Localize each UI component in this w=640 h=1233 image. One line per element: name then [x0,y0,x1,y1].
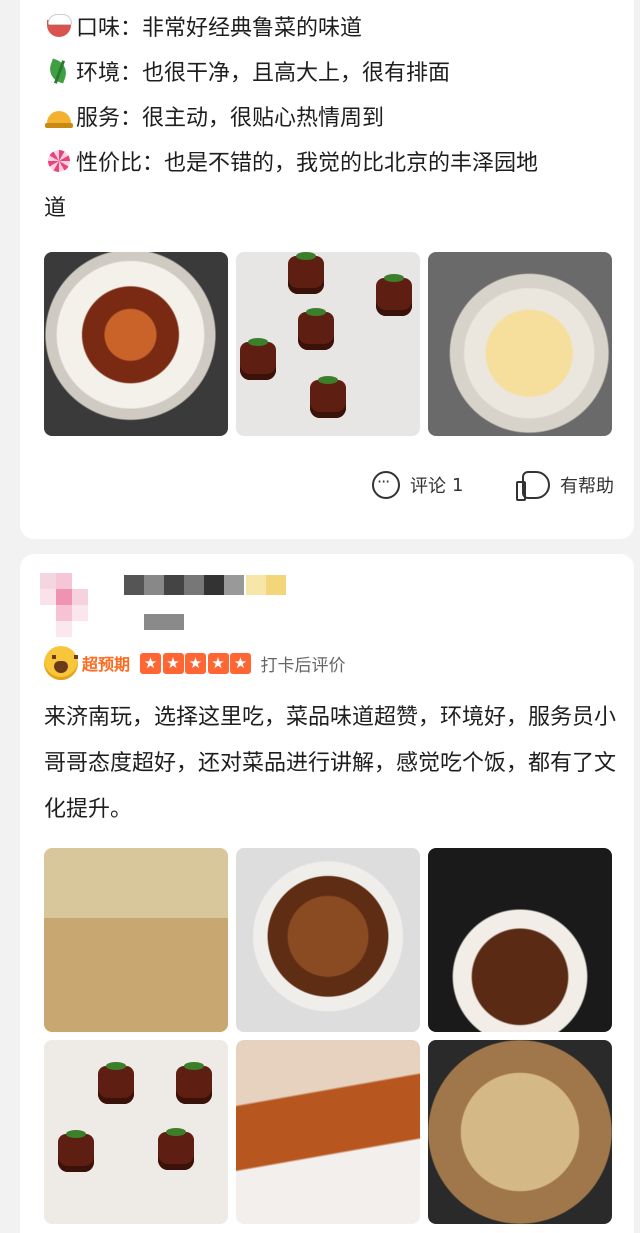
review-photo[interactable] [428,1040,612,1224]
comment-icon [372,471,400,499]
service-line: 服务：很主动，很贴心热情周到 [44,96,384,141]
review-photo[interactable] [428,252,612,436]
avatar[interactable] [40,573,104,637]
review-photo[interactable] [428,848,612,1032]
food-item [240,338,276,380]
value-text-continued: 道 [44,196,67,221]
food-item [376,274,412,316]
comment-button[interactable]: 评论 1 [372,467,463,503]
review-photo[interactable] [44,848,228,1032]
bellhop-bell-icon [44,102,74,130]
environment-text: 环境：也很干净，且高大上，很有排面 [76,61,451,86]
star-icon: ★ [185,652,207,674]
food-item [176,1062,212,1104]
herb-icon [44,57,74,85]
review-photo[interactable] [236,1040,420,1224]
helpful-label: 有帮助 [560,476,614,497]
value-line-continued: 道 [44,186,66,231]
expectation-badge: 超预期 [82,655,131,674]
comment-count: 1 [452,474,464,496]
thumbs-up-icon [516,471,550,501]
review-photo[interactable] [236,252,420,436]
helpful-button[interactable]: 有帮助 [516,467,614,503]
review-photo[interactable] [44,252,228,436]
food-item [158,1128,194,1170]
taste-text: 口味：非常好经典鲁菜的味道 [76,16,363,41]
star-rating: ★ ★ ★ ★ ★ [140,652,253,674]
food-item [288,252,324,294]
taste-line: 口味：非常好经典鲁菜的味道 [44,6,362,51]
star-icon: ★ [207,652,229,674]
review-photo[interactable] [44,1040,228,1224]
rating-row: 超预期 ★ ★ ★ ★ ★ 打卡后评价 [44,646,346,680]
food-item [298,308,334,350]
service-text: 服务：很主动，很贴心热情周到 [76,106,385,131]
food-item [58,1130,94,1172]
user-meta [144,614,184,630]
user-level-badge [246,575,286,595]
star-icon: ★ [162,652,184,674]
food-item [98,1062,134,1104]
review-text: 来济南玩，选择这里吃，菜品味道超赞，环境好，服务员小哥哥态度超好，还对菜品进行讲… [44,705,617,822]
food-item [310,376,346,418]
review-photo[interactable] [236,848,420,1032]
surprised-face-icon [44,646,78,680]
username[interactable] [124,575,244,595]
star-icon: ★ [140,652,162,674]
environment-line: 环境：也很干净，且高大上，很有排面 [44,51,450,96]
checkin-label: 打卡后评价 [260,655,346,676]
value-text: 性价比：也是不错的，我觉的比北京的丰泽园地 [76,151,539,176]
lollipop-icon [44,147,74,175]
rice-bowl-icon [44,12,74,40]
star-icon: ★ [230,652,252,674]
value-line: 性价比：也是不错的，我觉的比北京的丰泽园地 [44,141,538,186]
comment-label: 评论 [410,476,446,497]
